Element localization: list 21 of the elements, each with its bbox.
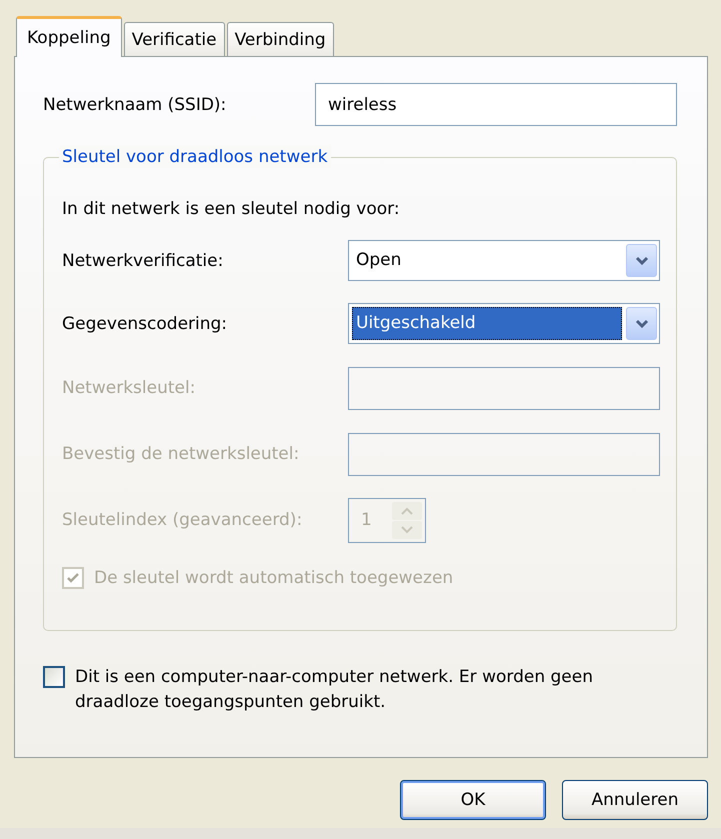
checkmark-icon xyxy=(66,571,80,585)
checkbox-label: Dit is een computer-naar-computer netwerk. Er worden geen draadloze toegangspunten gebruikt. xyxy=(75,666,594,714)
intro-text: In dit netwerk is een sleutel nodig voor: xyxy=(62,198,401,220)
dialog-button[interactable]: OK xyxy=(400,780,546,820)
field-label: Netwerksleutel: xyxy=(62,377,196,399)
tab[interactable]: Koppeling xyxy=(16,16,122,57)
field-label: Netwerkverificatie: xyxy=(62,250,224,272)
field-label: Netwerknaam (SSID): xyxy=(43,94,226,116)
field-label: Bevestig de netwerksleutel: xyxy=(62,443,300,465)
dialog-button[interactable]: Annuleren xyxy=(562,780,708,820)
dropdown[interactable]: Uitgeschakeld xyxy=(348,303,660,344)
checkbox-label: De sleutel wordt automatisch toegewezen xyxy=(94,567,454,590)
field-label: Sleutelindex (geavanceerd): xyxy=(62,509,304,531)
chevron-down-icon[interactable] xyxy=(626,307,657,340)
dropdown[interactable]: Open xyxy=(348,240,660,281)
checkbox[interactable] xyxy=(43,666,65,688)
field-label: Gegevenscodering: xyxy=(62,312,228,334)
tab[interactable]: Verbinding xyxy=(226,22,334,56)
ssid-field[interactable]: wireless xyxy=(315,83,677,126)
chevron-down-icon[interactable] xyxy=(626,244,657,277)
tab[interactable]: Verificatie xyxy=(124,22,225,56)
